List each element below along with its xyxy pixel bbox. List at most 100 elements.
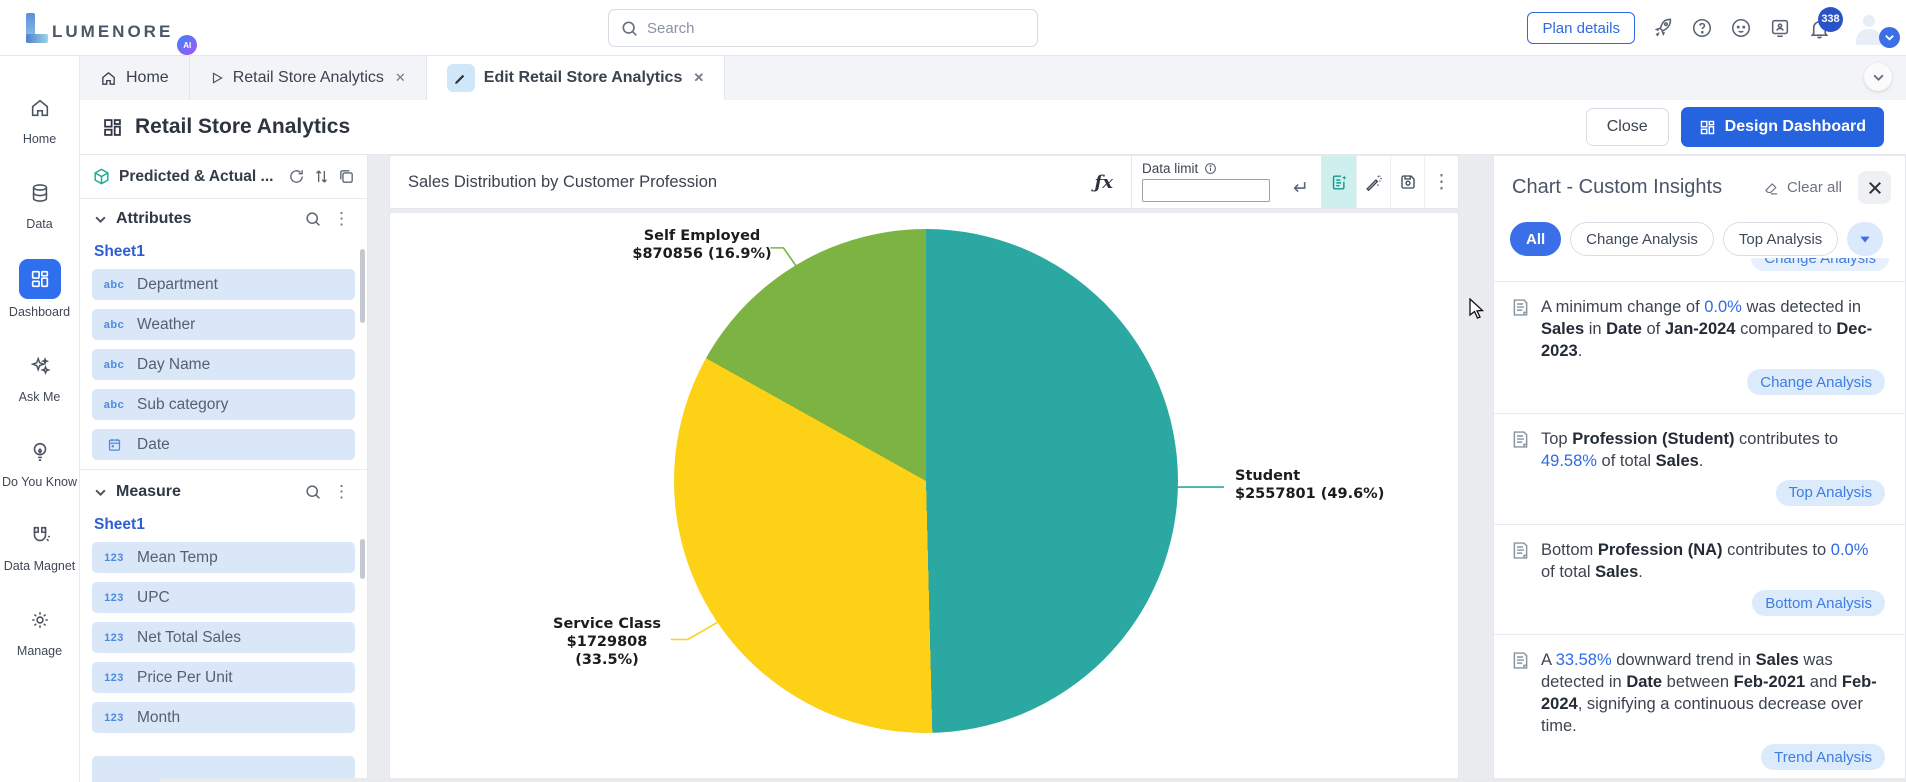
nav-item-do-you-know[interactable]: Do You Know xyxy=(2,433,78,491)
field-net-total-sales[interactable]: 123 Net Total Sales xyxy=(92,622,355,653)
play-icon xyxy=(210,71,224,85)
field-department[interactable]: abc Department xyxy=(92,269,355,300)
123-type-icon: 123 xyxy=(102,592,126,604)
insight-card[interactable]: A 33.58% downward trend in Sales was det… xyxy=(1494,635,1905,780)
field-weather[interactable]: abc Weather xyxy=(92,309,355,340)
attributes-sheet-link[interactable]: Sheet1 xyxy=(80,239,367,269)
dashboard-grid-icon xyxy=(102,117,123,138)
nav-item-dashboard[interactable]: Dashboard xyxy=(2,259,78,321)
chip-top-analysis[interactable]: Top Analysis xyxy=(1723,222,1838,256)
insight-card[interactable]: A minimum change of 0.0% was detected in… xyxy=(1494,282,1905,405)
magic-wand-button[interactable] xyxy=(1356,156,1390,208)
field-month[interactable]: 123 Month xyxy=(92,702,355,733)
abc-type-icon: abc xyxy=(102,399,126,411)
home-icon xyxy=(100,70,117,87)
measure-sheet-link[interactable]: Sheet1 xyxy=(80,512,367,542)
note-icon xyxy=(1510,297,1531,362)
search-icon[interactable] xyxy=(305,211,321,227)
insight-card[interactable]: Bottom Profession (NA) contributes to 0.… xyxy=(1494,525,1905,627)
note-icon xyxy=(1510,650,1531,737)
chart-widget: Sales Distribution by Customer Professio… xyxy=(389,155,1459,782)
close-button[interactable]: Close xyxy=(1586,108,1669,146)
123-type-icon: 123 xyxy=(102,712,126,724)
close-tab-icon[interactable]: ✕ xyxy=(693,70,704,86)
design-dashboard-button[interactable]: Design Dashboard xyxy=(1681,107,1884,147)
search-icon xyxy=(621,20,638,37)
fields-panel: Predicted & Actual ... Attribut xyxy=(80,155,368,782)
magnet-icon xyxy=(20,517,60,553)
data-limit-input[interactable] xyxy=(1142,179,1270,202)
global-search[interactable] xyxy=(608,9,1038,47)
nav-item-data[interactable]: Data xyxy=(2,175,78,233)
more-filters-chevron[interactable] xyxy=(1847,222,1883,256)
insight-card[interactable]: Top Profession (Student) contributes to … xyxy=(1494,414,1905,516)
field-day-name[interactable]: abc Day Name xyxy=(92,349,355,380)
user-avatar[interactable] xyxy=(1848,6,1892,50)
panel-scrollbar[interactable] xyxy=(360,249,365,323)
kebab-menu-icon[interactable]: ⋮ xyxy=(330,209,353,229)
database-icon xyxy=(20,175,60,211)
nav-item-manage[interactable]: Manage xyxy=(2,602,78,660)
more-options-button[interactable]: ⋮ xyxy=(1424,156,1458,208)
layers-icon[interactable] xyxy=(338,168,355,185)
field-mean-temp[interactable]: 123 Mean Temp xyxy=(92,542,355,573)
assistant-icon[interactable] xyxy=(1730,17,1752,39)
tab-home[interactable]: Home xyxy=(80,56,190,100)
plan-details-button[interactable]: Plan details xyxy=(1527,12,1635,44)
collapse-tabs-button[interactable] xyxy=(1864,63,1892,91)
dashboard-title-bar: Retail Store Analytics Close Design Dash… xyxy=(80,100,1906,155)
document-tabs: Home Retail Store Analytics ✕ Edit Retai… xyxy=(80,56,1906,100)
notifications-bell-icon[interactable]: 338 xyxy=(1808,17,1831,40)
insight-filter-chips: All Change Analysis Top Analysis xyxy=(1494,210,1905,258)
chart-toolbar: Sales Distribution by Customer Professio… xyxy=(389,155,1459,209)
chevron-down-icon[interactable] xyxy=(94,486,107,499)
custom-insights-panel: Chart - Custom Insights Clear all All Ch… xyxy=(1493,155,1906,782)
close-panel-button[interactable] xyxy=(1858,171,1891,204)
whats-new-rocket-icon[interactable] xyxy=(1652,17,1674,39)
panel-scrollbar[interactable] xyxy=(360,539,365,579)
bottom-edge xyxy=(160,778,1906,782)
chip-all[interactable]: All xyxy=(1510,222,1561,256)
help-icon[interactable] xyxy=(1691,17,1713,39)
tab-retail-store-analytics[interactable]: Retail Store Analytics ✕ xyxy=(190,56,427,100)
measure-section-header: Measure ⋮ xyxy=(80,472,367,512)
search-input[interactable] xyxy=(647,20,1025,37)
account-chevron-down-icon[interactable] xyxy=(1879,27,1900,48)
abc-type-icon: abc xyxy=(102,359,126,371)
kebab-menu-icon[interactable]: ⋮ xyxy=(330,482,353,502)
brand-name: LUMENORE xyxy=(52,23,173,43)
save-button[interactable] xyxy=(1390,156,1424,208)
tab-edit-retail-store-analytics[interactable]: Edit Retail Store Analytics ✕ xyxy=(427,56,725,100)
chip-change-analysis[interactable]: Change Analysis xyxy=(1570,222,1714,256)
insight-type-badge: Bottom Analysis xyxy=(1752,590,1885,616)
custom-insights-button[interactable] xyxy=(1322,156,1356,208)
close-tab-icon[interactable]: ✕ xyxy=(395,70,406,86)
chevron-down-icon[interactable] xyxy=(94,213,107,226)
sparkles-icon xyxy=(20,348,60,384)
apply-enter-icon[interactable]: ↵ xyxy=(1293,177,1309,200)
ai-badge: AI xyxy=(177,35,197,55)
feedback-icon[interactable] xyxy=(1769,17,1791,39)
lumenore-logo[interactable]: LUMENORE AI xyxy=(26,13,173,43)
nav-item-home[interactable]: Home xyxy=(2,90,78,148)
sort-icon[interactable] xyxy=(313,168,330,185)
field-date[interactable]: Date xyxy=(92,429,355,460)
nav-item-data-magnet[interactable]: Data Magnet xyxy=(2,517,78,575)
nav-item-ask-me[interactable]: Ask Me xyxy=(2,348,78,406)
chart-title: Sales Distribution by Customer Professio… xyxy=(408,173,1085,192)
clear-all-button[interactable]: Clear all xyxy=(1763,179,1842,196)
top-bar: LUMENORE AI Plan details 338 xyxy=(0,0,1906,56)
field-upc[interactable]: 123 UPC xyxy=(92,582,355,613)
field-sub-category[interactable]: abc Sub category xyxy=(92,389,355,420)
clipped-insight-badge: Change Analysis xyxy=(1494,258,1905,273)
note-icon xyxy=(1510,540,1531,584)
formula-fx-icon[interactable]: ƒx xyxy=(1095,172,1113,193)
pie-chart[interactable] xyxy=(674,229,1178,733)
search-icon[interactable] xyxy=(305,484,321,500)
refresh-icon[interactable] xyxy=(288,168,305,185)
left-navigation: Home Data Dashboard Ask Me Do You Know xyxy=(0,56,80,782)
info-icon[interactable] xyxy=(1204,162,1217,175)
note-icon xyxy=(1510,429,1531,473)
field-price-per-unit[interactable]: 123 Price Per Unit xyxy=(92,662,355,693)
dataset-cube-icon xyxy=(92,167,111,186)
